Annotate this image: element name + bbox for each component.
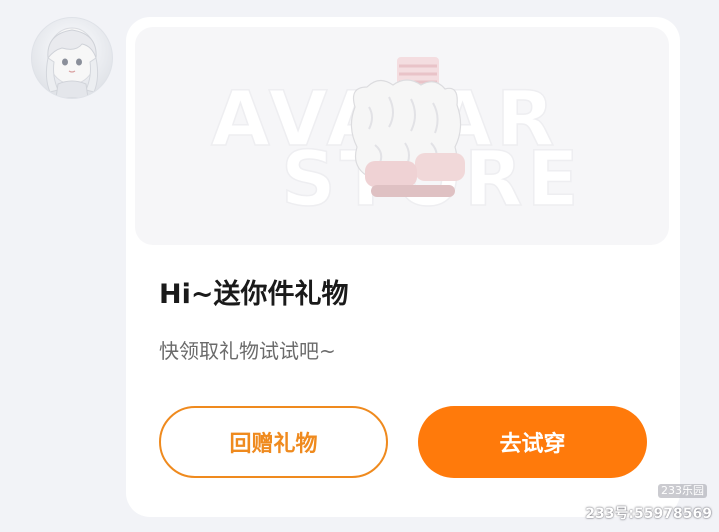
return-gift-button[interactable]: 回赠礼物 <box>159 406 388 478</box>
gift-card: AVATAR STORE Hi~送你件礼物 快领取礼物试试吧~ 回赠礼物 去试穿 <box>126 17 680 517</box>
gift-banner: AVATAR STORE <box>135 27 669 245</box>
site-watermark-badge: 233乐园 <box>658 484 707 499</box>
user-avatar-icon <box>45 27 99 98</box>
fluffy-boots-icon <box>350 57 465 197</box>
gift-subtitle: 快领取礼物试试吧~ <box>159 339 336 363</box>
try-on-button[interactable]: 去试穿 <box>418 406 647 478</box>
return-gift-label: 回赠礼物 <box>229 432 318 457</box>
id-watermark: 233号:55978569 <box>585 506 712 522</box>
try-on-label: 去试穿 <box>499 432 566 457</box>
sender-avatar[interactable] <box>31 17 113 99</box>
gift-title: Hi~送你件礼物 <box>159 279 349 310</box>
